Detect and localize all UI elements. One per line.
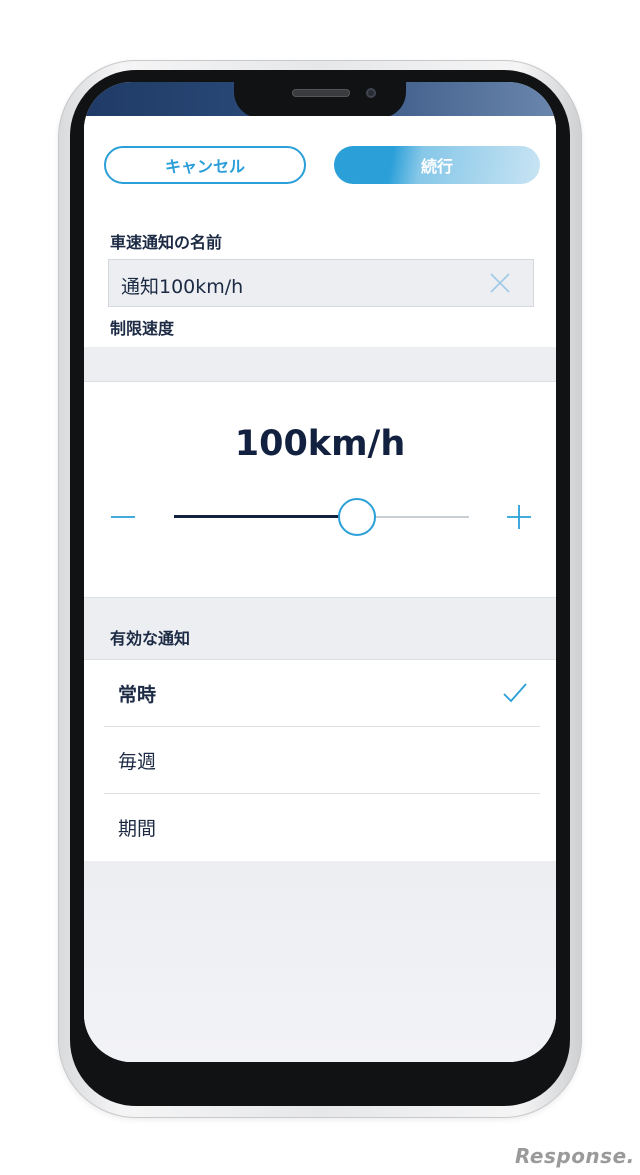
cancel-button[interactable]: キャンセル	[104, 146, 306, 184]
notification-options: 常時 毎週 期間	[84, 659, 556, 863]
option-period[interactable]: 期間	[104, 794, 540, 861]
stage: キャンセル 続行 車速通知の名前 通知100km/h 制限速度 100km/h	[0, 0, 640, 1175]
watermark-logo: Response.	[515, 1144, 635, 1168]
notification-section-label: 有効な通知	[110, 629, 191, 648]
camera-icon	[366, 88, 376, 98]
slider-fill	[174, 515, 357, 518]
top-area: キャンセル 続行 車速通知の名前 通知100km/h 制限速度	[84, 116, 556, 347]
speed-value: 100km/h	[234, 424, 406, 464]
speaker-icon	[292, 89, 350, 97]
option-label: 常時	[118, 684, 157, 706]
cancel-button-label: キャンセル	[164, 157, 245, 176]
continue-button[interactable]: 続行	[334, 146, 540, 184]
empty-area	[84, 861, 556, 1062]
phone-screen: キャンセル 続行 車速通知の名前 通知100km/h 制限速度 100km/h	[84, 82, 556, 1062]
speed-slider[interactable]	[174, 497, 469, 537]
checkmark-icon	[503, 683, 527, 703]
speed-card: 100km/h	[84, 381, 556, 598]
slider-thumb[interactable]	[338, 498, 376, 536]
notification-name-input[interactable]: 通知100km/h	[108, 259, 534, 307]
option-weekly[interactable]: 毎週	[104, 727, 540, 794]
notch	[234, 82, 406, 118]
speed-section-label: 制限速度	[110, 319, 175, 338]
notification-name-value: 通知100km/h	[121, 276, 244, 298]
close-icon[interactable]	[489, 272, 511, 294]
option-label: 毎週	[118, 751, 157, 773]
option-label: 期間	[118, 818, 157, 840]
option-always[interactable]: 常時	[104, 660, 540, 727]
minus-icon[interactable]	[110, 504, 136, 530]
app-content: キャンセル 続行 車速通知の名前 通知100km/h 制限速度 100km/h	[84, 116, 556, 1062]
plus-icon[interactable]	[506, 504, 532, 530]
name-section-label: 車速通知の名前	[110, 233, 223, 252]
continue-button-label: 続行	[420, 157, 453, 176]
